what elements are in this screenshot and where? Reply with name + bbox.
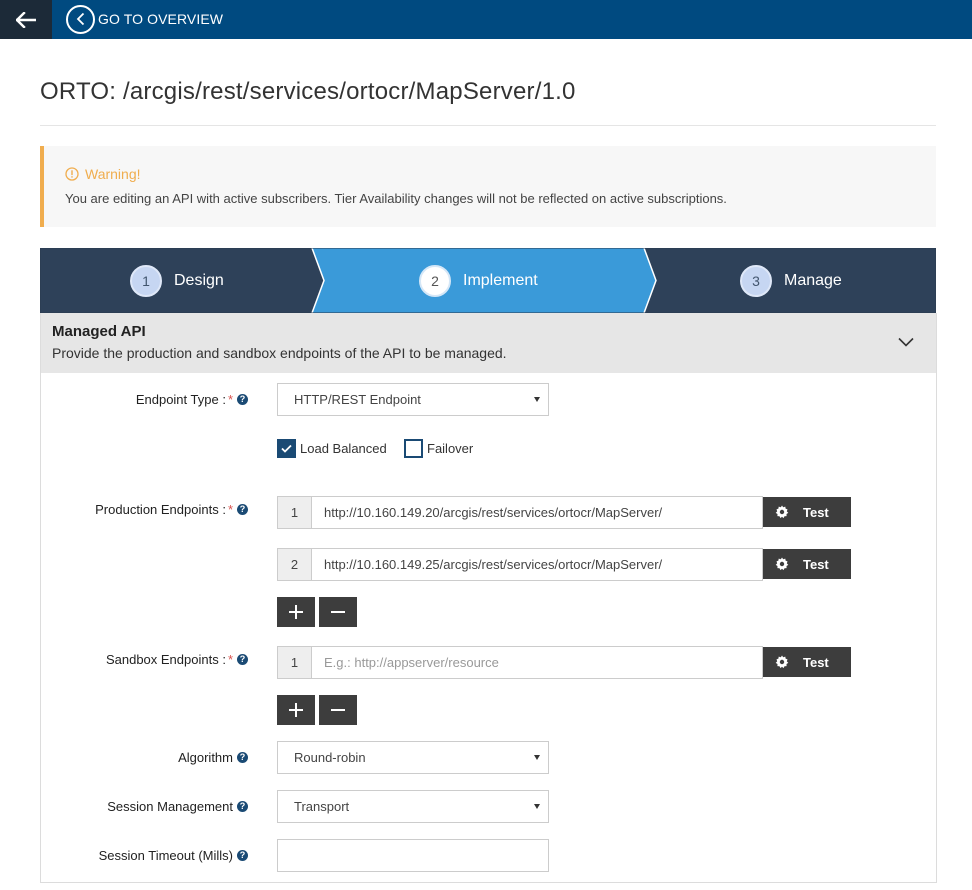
top-bar: GO TO OVERVIEW xyxy=(0,0,972,39)
step-design[interactable]: 1 Design xyxy=(130,248,224,313)
session-management-label: Session Management ? xyxy=(41,796,248,816)
step-label: Manage xyxy=(784,271,842,289)
remove-production-endpoint-button[interactable] xyxy=(319,597,357,627)
wizard-steps: 1 Design 2 Implement 3 Manage xyxy=(40,248,936,313)
go-to-overview-label: GO TO OVERVIEW xyxy=(98,11,224,27)
warning-alert: Warning! You are editing an API with act… xyxy=(40,146,936,227)
plus-icon xyxy=(289,703,303,717)
test-endpoint-button[interactable]: Test xyxy=(763,647,851,677)
test-label: Test xyxy=(803,654,829,670)
test-label: Test xyxy=(803,504,829,520)
endpoint-type-label: Endpoint Type : * ? xyxy=(41,389,248,409)
production-endpoint-input[interactable] xyxy=(311,496,763,529)
help-icon[interactable]: ? xyxy=(237,653,248,665)
warning-circle-icon xyxy=(65,167,79,181)
step-number: 3 xyxy=(740,264,772,297)
production-endpoint-input[interactable] xyxy=(311,548,763,581)
help-icon[interactable]: ? xyxy=(237,751,248,763)
step-number: 2 xyxy=(419,264,451,297)
required-mark: * xyxy=(227,391,233,407)
gear-icon xyxy=(775,557,789,571)
production-endpoints-label-text: Production Endpoints : xyxy=(95,501,226,517)
sandbox-endpoint-input[interactable] xyxy=(311,646,763,679)
required-mark: * xyxy=(227,651,233,667)
caret-down-icon xyxy=(534,804,540,809)
add-production-endpoint-button[interactable] xyxy=(277,597,315,627)
chevron-down-icon[interactable] xyxy=(898,337,914,347)
plus-icon xyxy=(289,605,303,619)
caret-down-icon xyxy=(534,755,540,760)
production-endpoint-row: 1 Test xyxy=(277,496,851,529)
session-timeout-label-text: Session Timeout (Mills) xyxy=(98,847,233,863)
algorithm-label-text: Algorithm xyxy=(178,749,233,765)
test-label: Test xyxy=(803,556,829,572)
load-balanced-checkbox[interactable]: Load Balanced xyxy=(277,439,387,458)
go-to-overview-link[interactable]: GO TO OVERVIEW xyxy=(66,4,223,34)
required-mark: * xyxy=(227,501,233,517)
step-label: Design xyxy=(174,271,224,289)
warning-title: Warning! xyxy=(65,166,141,182)
session-management-value: Transport xyxy=(294,799,350,814)
warning-message: You are editing an API with active subsc… xyxy=(65,191,727,206)
session-timeout-input[interactable] xyxy=(277,839,549,872)
session-timeout-label: Session Timeout (Mills) ? xyxy=(41,845,248,865)
endpoint-type-value: HTTP/REST Endpoint xyxy=(294,392,421,407)
add-sandbox-endpoint-button[interactable] xyxy=(277,695,315,725)
failover-label: Failover xyxy=(427,441,474,456)
load-balanced-label: Load Balanced xyxy=(300,441,387,456)
algorithm-value: Round-robin xyxy=(294,750,366,765)
back-button[interactable] xyxy=(0,0,52,39)
gear-icon xyxy=(775,655,789,669)
step-manage[interactable]: 3 Manage xyxy=(740,248,842,313)
test-endpoint-button[interactable]: Test xyxy=(763,549,851,579)
step-label: Implement xyxy=(463,271,538,289)
caret-down-icon xyxy=(534,397,540,402)
remove-sandbox-endpoint-button[interactable] xyxy=(319,695,357,725)
algorithm-select[interactable]: Round-robin xyxy=(277,741,549,774)
endpoint-index: 2 xyxy=(277,548,311,581)
arrow-left-icon xyxy=(16,11,36,28)
step-number: 1 xyxy=(130,264,162,297)
endpoint-index: 1 xyxy=(277,646,311,679)
test-endpoint-button[interactable]: Test xyxy=(763,497,851,527)
session-management-select[interactable]: Transport xyxy=(277,790,549,823)
title-divider xyxy=(40,125,936,126)
endpoint-index: 1 xyxy=(277,496,311,529)
managed-api-panel: Managed API Provide the production and s… xyxy=(40,313,937,883)
endpoint-type-select[interactable]: HTTP/REST Endpoint xyxy=(277,383,549,416)
production-endpoints-label: Production Endpoints : * ? xyxy=(41,499,248,519)
help-icon[interactable]: ? xyxy=(237,800,248,812)
sandbox-endpoints-label: Sandbox Endpoints : * ? xyxy=(41,649,248,669)
warning-title-text: Warning! xyxy=(85,166,141,182)
minus-icon xyxy=(331,611,345,613)
help-icon[interactable]: ? xyxy=(237,849,248,861)
help-icon[interactable]: ? xyxy=(237,393,248,405)
endpoint-type-label-text: Endpoint Type : xyxy=(135,391,226,407)
sandbox-endpoints-label-text: Sandbox Endpoints : xyxy=(105,651,226,667)
minus-icon xyxy=(331,709,345,711)
panel-header[interactable]: Managed API Provide the production and s… xyxy=(41,313,936,373)
session-management-label-text: Session Management xyxy=(107,798,233,814)
chevron-left-circle-icon xyxy=(66,4,95,34)
gear-icon xyxy=(775,505,789,519)
help-icon[interactable]: ? xyxy=(237,503,248,515)
production-endpoint-row: 2 Test xyxy=(277,548,851,581)
sandbox-endpoint-row: 1 Test xyxy=(277,646,851,679)
checkbox-unchecked-icon xyxy=(404,439,423,458)
panel-subtitle: Provide the production and sandbox endpo… xyxy=(52,345,507,361)
step-implement[interactable]: 2 Implement xyxy=(419,248,538,313)
page-title: ORTO: /arcgis/rest/services/ortocr/MapSe… xyxy=(40,78,576,105)
algorithm-label: Algorithm ? xyxy=(41,747,248,767)
checkbox-checked-icon xyxy=(277,439,296,458)
failover-checkbox[interactable]: Failover xyxy=(404,439,473,458)
panel-title: Managed API xyxy=(52,323,146,340)
